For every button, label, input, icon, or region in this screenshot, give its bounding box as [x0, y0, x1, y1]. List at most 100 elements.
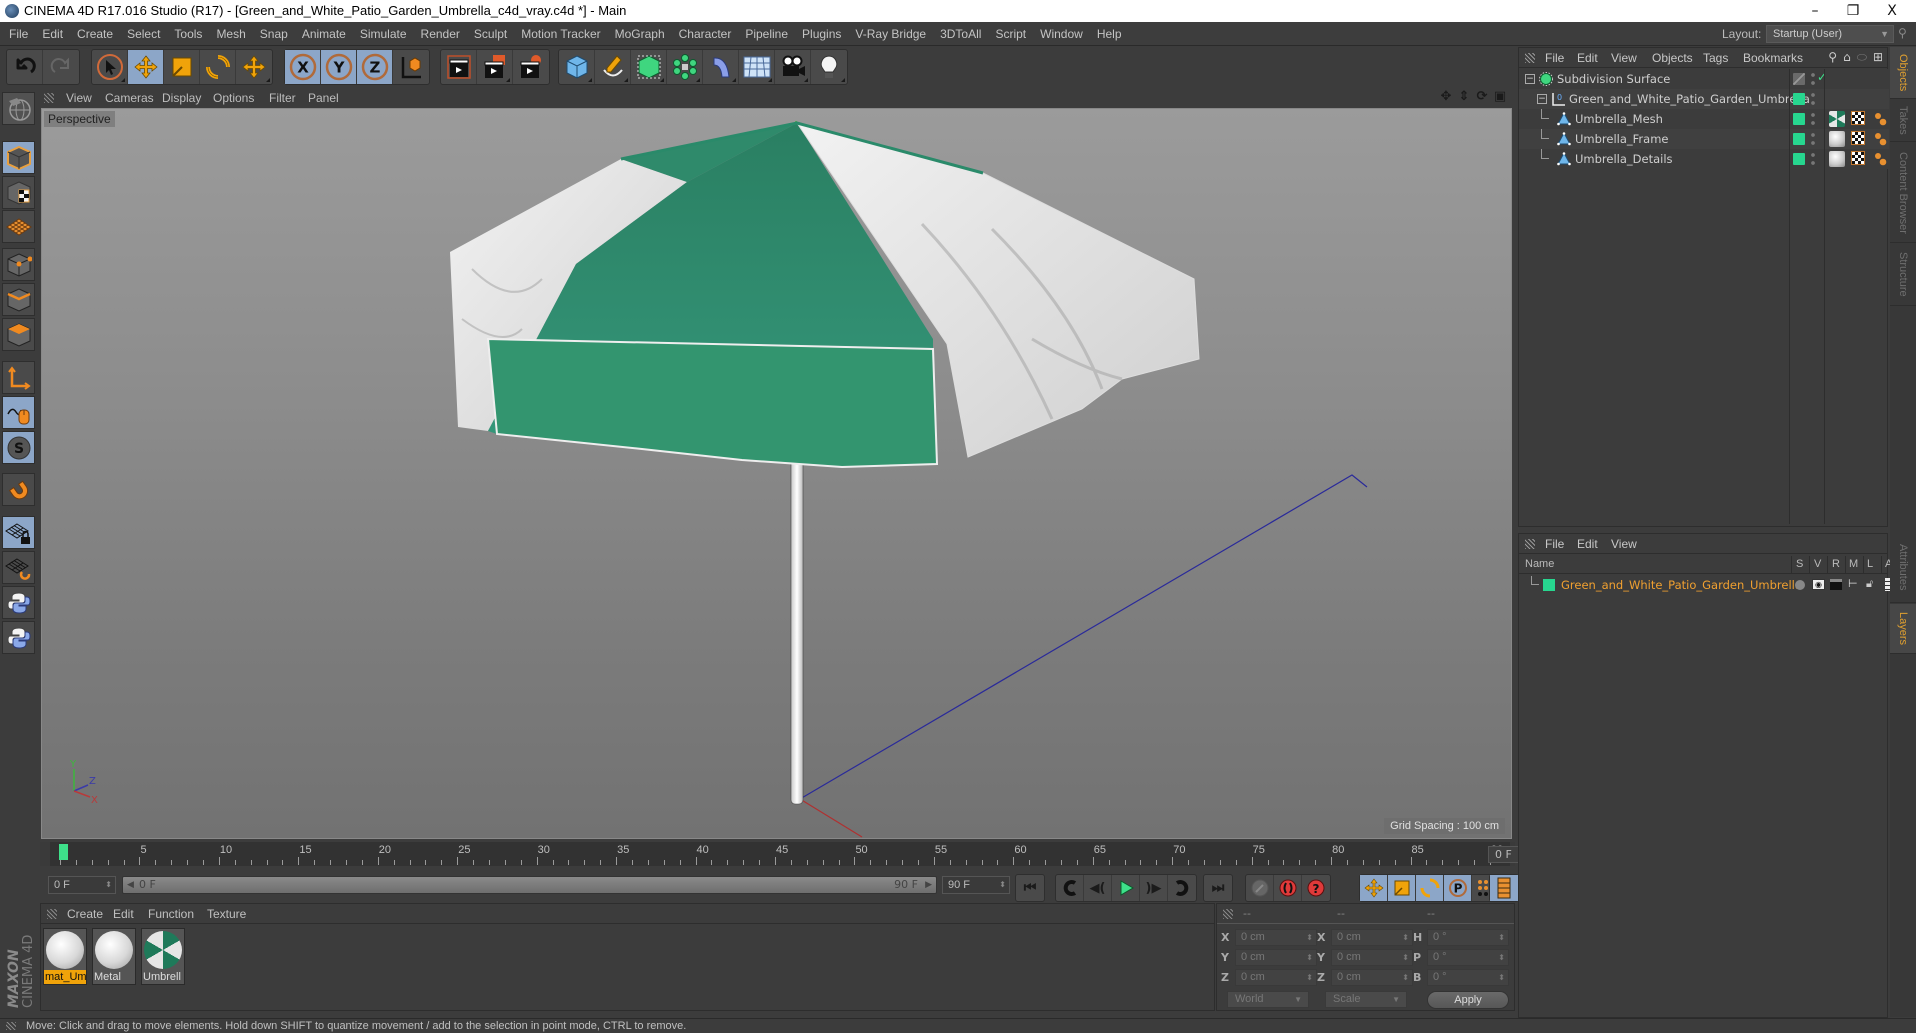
layer-name[interactable]: Green_and_White_Patio_Garden_Umbrella	[1561, 578, 1802, 592]
menu-mograph[interactable]: MoGraph	[608, 22, 672, 46]
layer-none-icon[interactable]	[1793, 73, 1805, 85]
layer-color-swatch[interactable]	[1793, 133, 1805, 145]
uvw-tag-icon[interactable]	[1851, 111, 1867, 127]
move-tool[interactable]	[128, 50, 164, 84]
size-z-field[interactable]: 0 cm ⬍	[1331, 969, 1413, 986]
menu-character[interactable]: Character	[672, 22, 739, 46]
camera-button[interactable]	[775, 50, 811, 84]
python-script-2-button[interactable]	[2, 621, 35, 654]
render-settings-button[interactable]	[513, 50, 549, 84]
lm-menu-file[interactable]: File	[1545, 537, 1564, 551]
tab-objects[interactable]: Objects	[1890, 47, 1916, 99]
menu-window[interactable]: Window	[1033, 22, 1090, 46]
layer-row[interactable]: Green_and_White_Patio_Garden_Umbrella ◉ …	[1519, 576, 1891, 594]
search-icon[interactable]: ⚲	[1898, 26, 1912, 42]
end-frame-field[interactable]: 90 F ⬍	[942, 876, 1010, 894]
panel-grip-icon[interactable]	[47, 909, 57, 919]
om-menu-edit[interactable]: Edit	[1577, 51, 1598, 65]
3d-viewport[interactable]: Perspective Y Z X Grid Spacing: 100 cm	[41, 108, 1512, 839]
material-menu-texture[interactable]: Texture	[207, 907, 246, 921]
menu-file[interactable]: File	[2, 22, 35, 46]
vray-tag-icon[interactable]	[1873, 111, 1889, 127]
object-row[interactable]: Umbrella_Details	[1519, 149, 1889, 169]
coordinate-mode-dropdown[interactable]: Scale ▼	[1325, 991, 1407, 1008]
render-picture-viewer-button[interactable]	[477, 50, 513, 84]
position-x-field[interactable]: 0 cm ⬍	[1235, 929, 1317, 946]
restore-button[interactable]: ❐	[1833, 1, 1873, 21]
workplane-align-button[interactable]	[2, 551, 35, 584]
lm-menu-view[interactable]: View	[1611, 537, 1637, 551]
previous-frame-button[interactable]: ◀(	[1084, 875, 1112, 901]
menu-simulate[interactable]: Simulate	[353, 22, 414, 46]
size-x-field[interactable]: 0 cm ⬍	[1331, 929, 1413, 946]
open-timeline-button[interactable]	[1490, 875, 1518, 901]
search-icon[interactable]: ⚲	[1828, 50, 1837, 65]
menu-v-ray-bridge[interactable]: V-Ray Bridge	[848, 22, 933, 46]
object-row[interactable]: − Subdivision Surface ✓	[1519, 69, 1889, 89]
rotation-b-field[interactable]: 0 ° ⬍	[1427, 969, 1509, 986]
previous-key-button[interactable]	[1056, 875, 1084, 901]
material-swatch[interactable]: mat_Um	[43, 928, 87, 985]
eye-icon[interactable]: ⬭	[1857, 50, 1867, 65]
menu-create[interactable]: Create	[70, 22, 120, 46]
viewport-menu-panel[interactable]: Panel	[308, 91, 339, 105]
texture-mode-button[interactable]	[2, 176, 35, 209]
home-icon[interactable]: ⌂	[1843, 50, 1851, 65]
menu-motion-tracker[interactable]: Motion Tracker	[514, 22, 607, 46]
render-view-button[interactable]	[441, 50, 477, 84]
start-frame-field[interactable]: 0 F ⬍	[48, 876, 116, 894]
tab-takes[interactable]: Takes	[1890, 100, 1916, 142]
menu-render[interactable]: Render	[414, 22, 467, 46]
python-script-1-button[interactable]	[2, 586, 35, 619]
position-y-field[interactable]: 0 cm ⬍	[1235, 949, 1317, 966]
material-menu-function[interactable]: Function	[148, 907, 194, 921]
collapse-toggle[interactable]: −	[1537, 94, 1547, 104]
orbit-icon[interactable]: ⟳	[1475, 90, 1489, 104]
collapse-toggle[interactable]: −	[1525, 74, 1535, 84]
material-white-icon[interactable]	[1829, 151, 1845, 167]
snapping-button[interactable]	[2, 473, 35, 506]
object-name[interactable]: Subdivision Surface	[1557, 72, 1670, 86]
visibility-dots-icon[interactable]	[1811, 132, 1815, 146]
timeline-ruler[interactable]: 051015202530354045505560657075808590 0 F…	[40, 842, 1554, 866]
pan-icon[interactable]: ✥	[1439, 90, 1453, 104]
viewport-menu-cameras[interactable]: Cameras	[105, 91, 154, 105]
menu-3dtoall[interactable]: 3DToAll	[933, 22, 988, 46]
new-view-icon[interactable]: ⊞	[1873, 50, 1883, 65]
column-solo[interactable]: S	[1796, 558, 1803, 570]
solo-toggle[interactable]	[1795, 580, 1805, 590]
menu-edit[interactable]: Edit	[35, 22, 70, 46]
next-key-button[interactable]	[1168, 875, 1196, 901]
tweak-mode-button[interactable]	[2, 396, 35, 429]
panel-grip-icon[interactable]	[1525, 53, 1535, 63]
om-menu-view[interactable]: View	[1611, 51, 1637, 65]
viewport-menu-options[interactable]: Options	[213, 91, 254, 105]
x-axis-lock-button[interactable]: X	[285, 50, 321, 84]
om-menu-file[interactable]: File	[1545, 51, 1564, 65]
subdivision-surface-button[interactable]	[631, 50, 667, 84]
scale-tool[interactable]	[164, 50, 200, 84]
cube-button[interactable]	[559, 50, 595, 84]
lm-menu-edit[interactable]: Edit	[1577, 537, 1598, 551]
vray-tag-icon[interactable]	[1873, 151, 1889, 167]
layer-color-swatch[interactable]	[1793, 93, 1805, 105]
menu-tools[interactable]: Tools	[167, 22, 209, 46]
uvw-tag-icon[interactable]	[1851, 131, 1867, 147]
z-axis-lock-button[interactable]: Z	[357, 50, 393, 84]
column-visible[interactable]: V	[1814, 558, 1821, 570]
panel-grip-icon[interactable]	[44, 93, 54, 103]
vray-tag-icon[interactable]	[1873, 131, 1889, 147]
apply-button[interactable]: Apply	[1427, 991, 1509, 1009]
render-clapboard-icon[interactable]	[1830, 579, 1842, 590]
visibility-dots-icon[interactable]	[1811, 92, 1815, 106]
rotation-h-field[interactable]: 0 ° ⬍	[1427, 929, 1509, 946]
material-swatch[interactable]: Metal	[92, 928, 136, 985]
panel-grip-icon[interactable]	[1525, 539, 1535, 549]
next-frame-button[interactable]: )▶	[1140, 875, 1168, 901]
panel-grip-icon[interactable]	[1223, 909, 1233, 919]
menu-sculpt[interactable]: Sculpt	[467, 22, 514, 46]
material-swatch[interactable]: Umbrell	[141, 928, 185, 985]
position-z-field[interactable]: 0 cm ⬍	[1235, 969, 1317, 986]
make-editable-button[interactable]	[2, 92, 35, 125]
material-menu-create[interactable]: Create	[67, 907, 103, 921]
